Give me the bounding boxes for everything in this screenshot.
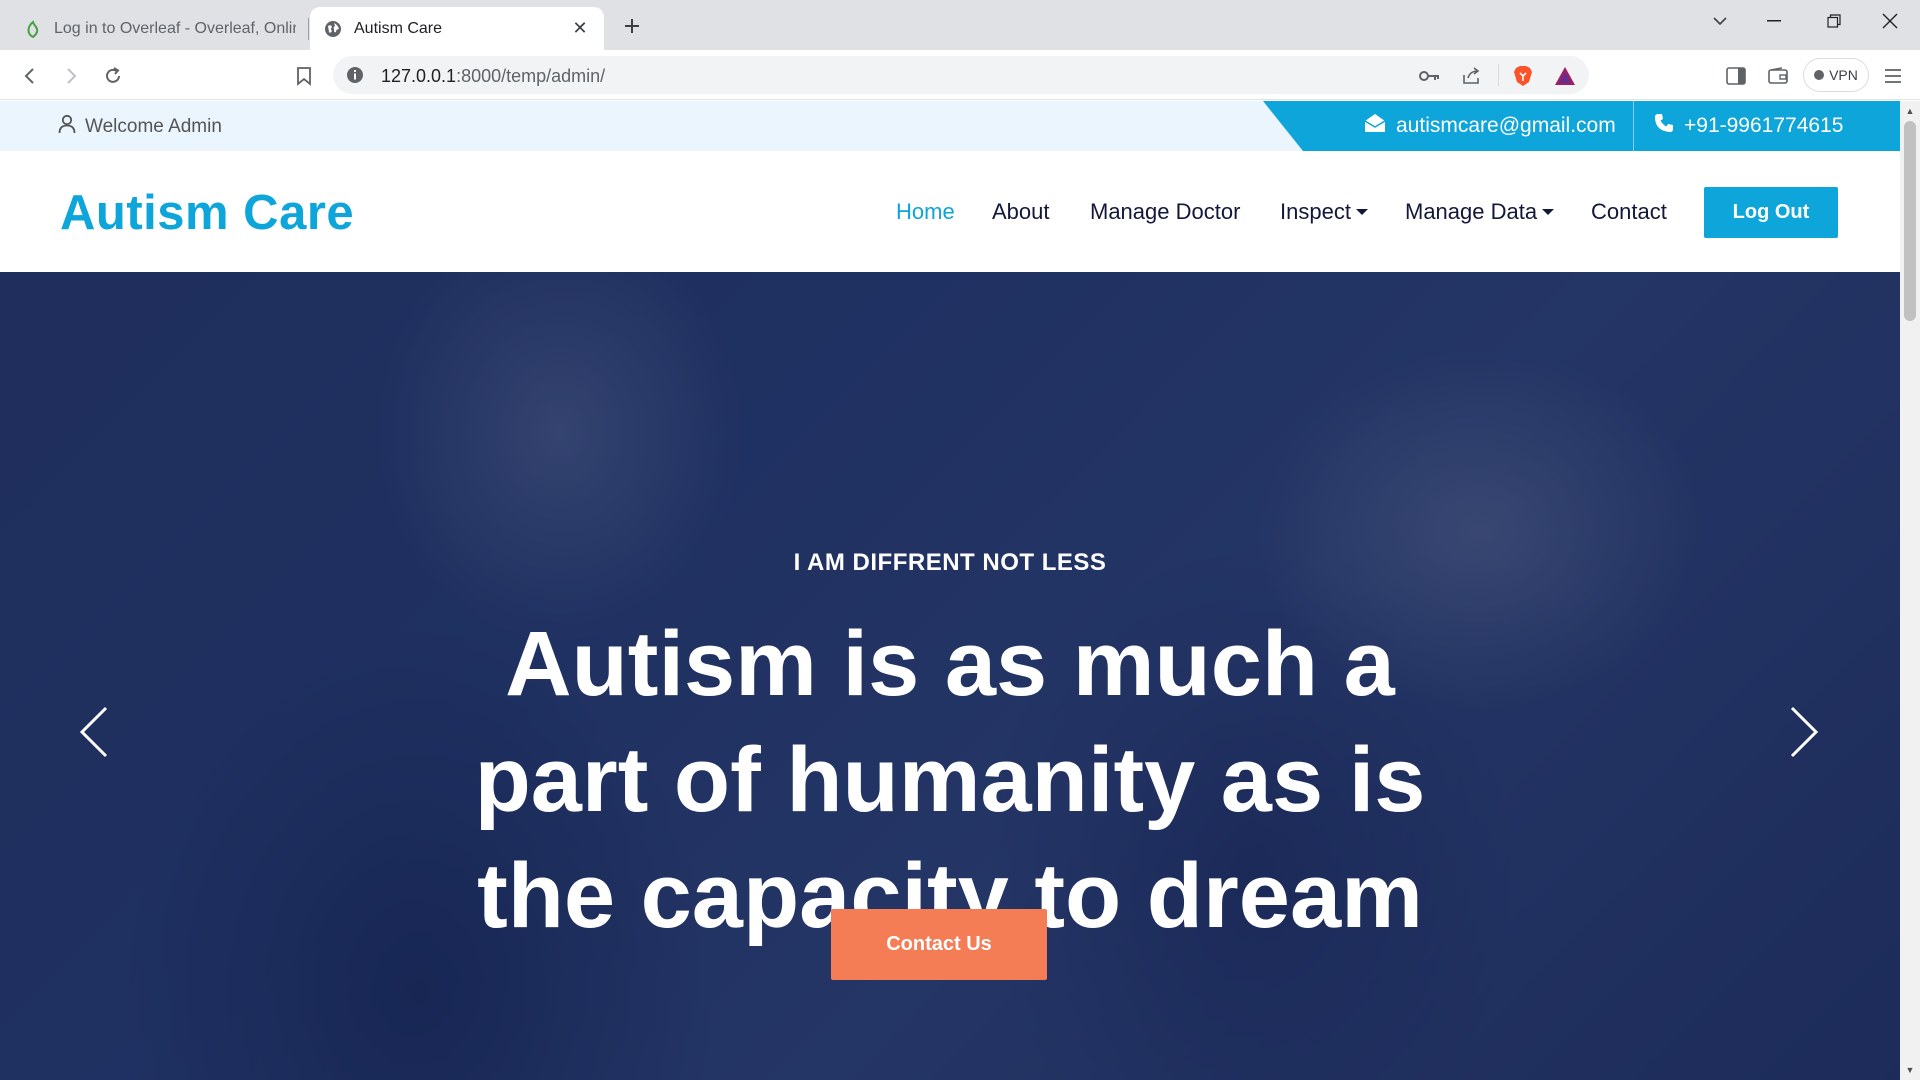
- nav-manage-data-label: Manage Data: [1405, 199, 1538, 224]
- carousel-next-chevron-right-icon[interactable]: [1784, 702, 1824, 762]
- nav-contact[interactable]: Contact: [1591, 199, 1667, 225]
- nav-manage-data-dropdown[interactable]: Manage Data: [1405, 199, 1555, 225]
- phone-icon: [1654, 113, 1674, 139]
- top-info-bar: Welcome Admin autismcare@gmail.com +91-9…: [0, 101, 1900, 151]
- nav-manage-doctor[interactable]: Manage Doctor: [1090, 199, 1240, 225]
- vpn-label: VPN: [1829, 67, 1858, 83]
- tab-search-chevron-down-icon[interactable]: [1700, 6, 1740, 36]
- window-close-icon[interactable]: [1870, 6, 1910, 36]
- minimize-icon[interactable]: [1754, 6, 1794, 36]
- carousel-prev-chevron-left-icon[interactable]: [74, 702, 114, 762]
- address-bar[interactable]: 127.0.0.1:8000/temp/admin/: [333, 56, 1589, 94]
- back-arrow-icon[interactable]: [14, 60, 46, 92]
- main-navbar: Autism Care Home About Manage Doctor Ins…: [0, 151, 1900, 272]
- brave-shields-icon[interactable]: [1511, 64, 1535, 88]
- envelope-icon: [1364, 113, 1386, 139]
- share-icon[interactable]: [1459, 64, 1483, 88]
- bookmark-icon[interactable]: [288, 60, 320, 92]
- nav-inspect-label: Inspect: [1280, 199, 1351, 224]
- scroll-up-arrow-icon[interactable]: ▲: [1904, 105, 1916, 117]
- page-viewport: Welcome Admin autismcare@gmail.com +91-9…: [0, 101, 1900, 1080]
- tab-separator: [308, 18, 309, 40]
- scroll-down-arrow-icon[interactable]: ▼: [1904, 1064, 1916, 1076]
- welcome-message: Welcome Admin: [58, 114, 222, 140]
- nav-home[interactable]: Home: [896, 199, 955, 225]
- browser-toolbar: 127.0.0.1:8000/temp/admin/ VPN: [0, 50, 1920, 100]
- hero-subtitle: I AM DIFFRENT NOT LESS: [793, 549, 1107, 576]
- omnibox-divider: [1498, 64, 1499, 86]
- vpn-status-icon: [1814, 70, 1825, 80]
- menu-hamburger-icon[interactable]: [1877, 60, 1909, 92]
- logout-button[interactable]: Log Out: [1704, 187, 1838, 238]
- scrollbar-thumb[interactable]: [1904, 121, 1916, 321]
- nav-inspect-dropdown[interactable]: Inspect: [1280, 199, 1368, 225]
- tab-autism-care[interactable]: Autism Care ✕: [310, 7, 604, 50]
- sidebar-toggle-icon[interactable]: [1720, 60, 1752, 92]
- restore-icon[interactable]: [1814, 6, 1854, 36]
- site-info-icon[interactable]: [345, 65, 365, 85]
- hero-title: Autism is as much a part of humanity as …: [474, 613, 1426, 947]
- tab-title: Log in to Overleaf - Overleaf, Online: [54, 19, 296, 37]
- url-path: :8000/temp/admin/: [456, 66, 606, 86]
- key-icon[interactable]: [1418, 64, 1442, 88]
- welcome-text: Welcome Admin: [85, 116, 222, 137]
- contact-us-button[interactable]: Contact Us: [831, 909, 1047, 980]
- email-text: autismcare@gmail.com: [1396, 114, 1616, 137]
- overleaf-leaf-icon: [24, 19, 42, 38]
- forward-arrow-icon[interactable]: [55, 60, 87, 92]
- nav-about[interactable]: About: [992, 199, 1050, 225]
- url-host: 127.0.0.1: [381, 66, 457, 86]
- phone-text: +91-9961774615: [1684, 114, 1844, 137]
- tab-title: Autism Care: [354, 19, 443, 37]
- hero-carousel: I AM DIFFRENT NOT LESS Autism is as much…: [0, 272, 1900, 1080]
- wallet-icon[interactable]: [1762, 60, 1794, 92]
- caret-down-icon: [1542, 209, 1555, 215]
- phone-contact[interactable]: +91-9961774615: [1654, 113, 1843, 139]
- vpn-button[interactable]: VPN: [1803, 58, 1869, 92]
- tab-overleaf[interactable]: Log in to Overleaf - Overleaf, Online: [10, 7, 310, 50]
- close-icon[interactable]: ✕: [570, 18, 590, 39]
- page-scrollbar[interactable]: ▲ ▼: [1900, 101, 1920, 1080]
- caret-down-icon: [1355, 209, 1368, 215]
- contact-divider: [1633, 101, 1634, 151]
- brave-rewards-icon[interactable]: [1553, 64, 1577, 88]
- email-contact[interactable]: autismcare@gmail.com: [1364, 113, 1616, 139]
- user-icon: [58, 114, 76, 140]
- url-text: 127.0.0.1:8000/temp/admin/: [381, 66, 605, 87]
- globe-icon: [324, 20, 342, 38]
- browser-tab-strip: Log in to Overleaf - Overleaf, Online Au…: [0, 0, 1920, 50]
- brand-logo[interactable]: Autism Care: [60, 185, 354, 241]
- reload-icon[interactable]: [97, 60, 129, 92]
- new-tab-button[interactable]: [618, 12, 646, 40]
